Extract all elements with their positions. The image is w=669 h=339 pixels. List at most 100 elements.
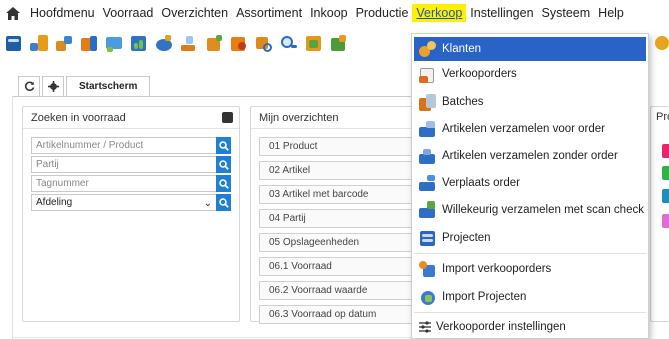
list-item[interactable]: 06.3 Voorraad op datum (259, 305, 417, 324)
tab-startscherm[interactable]: Startscherm (66, 76, 151, 96)
search-button[interactable] (216, 194, 231, 211)
projects-icon (418, 228, 438, 248)
module-icon-14[interactable] (329, 33, 349, 53)
main-menubar: Hoofdmenu Voorraad Overzichten Assortime… (0, 0, 669, 26)
menu-item-label: Willekeurig verzamelen met scan check (442, 204, 644, 216)
article-search-row: Artikelnummer / Product (31, 137, 231, 154)
menu-item-label: Artikelen verzamelen zonder order (442, 150, 618, 162)
department-search-row: Afdeling ⌄ (31, 194, 231, 211)
list-item[interactable]: 06.1 Voorraad (259, 257, 417, 276)
panel-title: Zoeken in voorraad (23, 107, 239, 129)
menu-item-verkooporders[interactable]: Verkooporders (414, 62, 646, 86)
module-icon-5[interactable] (104, 33, 124, 53)
menu-divider (414, 312, 646, 313)
settings-lines-icon (418, 317, 432, 337)
import-sales-orders-icon (418, 259, 438, 279)
search-icon (218, 159, 229, 170)
settings-tab[interactable] (42, 76, 64, 96)
batches-icon (418, 92, 438, 112)
tag-search-row: Tagnummer (31, 175, 231, 192)
module-icon-6[interactable] (129, 33, 149, 53)
list-item[interactable]: 01 Product (259, 137, 417, 156)
menu-productie[interactable]: Productie (352, 4, 413, 22)
menu-item-label: Verplaats order (442, 177, 520, 189)
my-overviews-panel: Mijn overzichten 01 Product 02 Artikel 0… (250, 106, 418, 324)
home-icon[interactable] (6, 6, 20, 20)
menu-item-import-verkooporders[interactable]: Import verkooporders (414, 257, 646, 281)
status-badge (662, 166, 669, 180)
module-icon-13[interactable] (304, 33, 324, 53)
module-toolbar (0, 30, 354, 56)
sales-orders-icon (418, 64, 438, 84)
menu-systeem[interactable]: Systeem (538, 4, 595, 22)
menu-item-klanten[interactable]: Klanten (414, 37, 646, 61)
menu-item-artikelen-verzamelen-voor-order[interactable]: Artikelen verzamelen voor order (414, 117, 646, 141)
module-icon-12[interactable] (279, 33, 299, 53)
search-button[interactable] (216, 137, 231, 154)
divider (12, 337, 417, 338)
module-icon-10[interactable] (229, 33, 249, 53)
search-button[interactable] (216, 156, 231, 173)
collect-for-order-icon (418, 119, 438, 139)
search-icon (218, 140, 229, 151)
status-badge (662, 214, 669, 228)
menu-item-artikelen-verzamelen-zonder-order[interactable]: Artikelen verzamelen zonder order (414, 144, 646, 168)
menu-assortiment[interactable]: Assortiment (232, 4, 306, 22)
gear-icon (47, 81, 59, 92)
module-icon-3[interactable] (54, 33, 74, 53)
menu-item-label: Verkooporders (442, 68, 517, 80)
menu-item-verplaats-order[interactable]: Verplaats order (414, 171, 646, 195)
menu-voorraad[interactable]: Voorraad (99, 4, 158, 22)
menu-item-label: Batches (442, 96, 484, 108)
collapse-icon[interactable] (222, 112, 233, 123)
department-select[interactable]: Afdeling ⌄ (31, 194, 216, 211)
random-collect-icon (418, 200, 438, 220)
menu-inkoop[interactable]: Inkoop (306, 4, 352, 22)
list-item[interactable]: 02 Artikel (259, 161, 417, 180)
batch-search-input[interactable]: Partij (31, 156, 216, 173)
chevron-down-icon: ⌄ (203, 198, 212, 209)
menu-item-label: Verkooporder instellingen (436, 321, 566, 333)
batch-search-row: Partij (31, 156, 231, 173)
menu-item-import-projecten[interactable]: Import Projecten (414, 285, 646, 309)
menu-hoofdmenu[interactable]: Hoofdmenu (26, 4, 99, 22)
department-select-value: Afdeling (36, 197, 73, 208)
list-item[interactable]: 04 Partij (259, 209, 417, 228)
module-icon-15[interactable] (655, 34, 669, 52)
list-item[interactable]: 05 Opslageenheden (259, 233, 417, 252)
status-badge (662, 144, 669, 158)
menu-item-batches[interactable]: Batches (414, 90, 646, 114)
menu-divider (414, 253, 646, 254)
menu-item-label: Artikelen verzamelen voor order (442, 123, 605, 135)
module-icon-11[interactable] (254, 33, 274, 53)
customers-icon (418, 39, 438, 59)
article-search-input[interactable]: Artikelnummer / Product (31, 137, 216, 154)
module-icon-4[interactable] (79, 33, 99, 53)
search-icon (218, 197, 229, 208)
menu-verkoop[interactable]: Verkoop (412, 4, 467, 22)
refresh-tab[interactable] (18, 76, 40, 96)
tab-strip: Startscherm (18, 76, 152, 96)
list-item[interactable]: 06.2 Voorraad waarde (259, 281, 417, 300)
search-button[interactable] (216, 175, 231, 192)
menu-instellingen[interactable]: Instellingen (466, 4, 537, 22)
panel-title: Pro (656, 111, 669, 123)
menu-item-willekeurig-verzamelen[interactable]: Willekeurig verzamelen met scan check (414, 198, 646, 222)
module-icon-2[interactable] (29, 33, 49, 53)
menu-item-label: Import verkooporders (442, 263, 552, 275)
tag-search-input[interactable]: Tagnummer (31, 175, 216, 192)
verkoop-dropdown-menu: Klanten Verkooporders Batches Artikelen … (411, 33, 649, 339)
collect-without-order-icon (418, 146, 438, 166)
menu-help[interactable]: Help (594, 4, 628, 22)
module-icon-8[interactable] (179, 33, 199, 53)
module-icon-1[interactable] (4, 33, 24, 53)
list-item[interactable]: 03 Artikel met barcode (259, 185, 417, 204)
menu-item-projecten[interactable]: Projecten (414, 226, 646, 250)
menu-overzichten[interactable]: Overzichten (157, 4, 232, 22)
refresh-icon (24, 81, 34, 92)
module-icon-9[interactable] (204, 33, 224, 53)
menu-item-verkooporder-instellingen[interactable]: Verkooporder instellingen (414, 316, 646, 338)
search-stock-panel: Zoeken in voorraad Artikelnummer / Produ… (22, 106, 240, 322)
module-icon-7[interactable] (154, 33, 174, 53)
menu-item-label: Import Projecten (442, 291, 527, 303)
